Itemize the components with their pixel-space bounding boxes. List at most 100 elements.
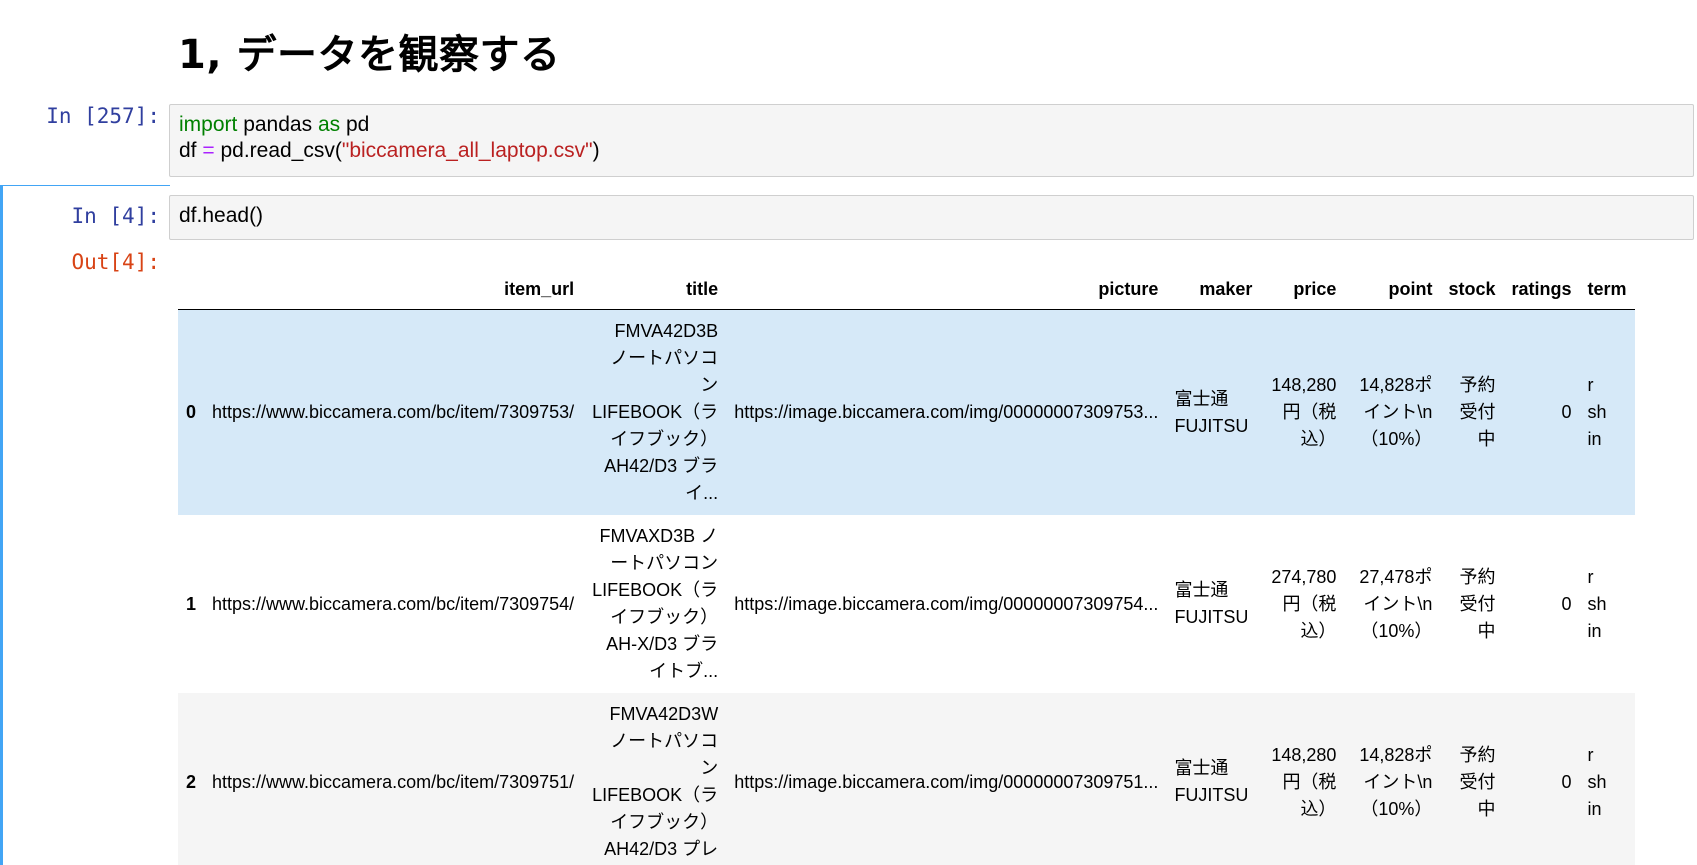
- cell-line: 込）: [1300, 429, 1337, 449]
- cell-line: イント\n: [1363, 593, 1433, 614]
- cell-line: 予約: [1459, 566, 1496, 587]
- cell-line: （10%）: [1360, 798, 1433, 819]
- column-header: title: [582, 272, 727, 310]
- cell-line: AH42/D3 プレ: [604, 839, 719, 859]
- cell-line: イント\n: [1363, 771, 1433, 792]
- ratings-cell: 0: [1503, 310, 1579, 516]
- cell-line: 27,478ポ: [1359, 566, 1433, 587]
- title-cell: FMVAXD3B ノートパソコン LIFEBOOK（ラ イフブック） AH-X/D3 …: [582, 515, 726, 693]
- keyword-token: import: [179, 113, 238, 136]
- cell-line: FUJITSU: [1174, 415, 1249, 436]
- maker-cell: 富士通 FUJITSU: [1166, 310, 1260, 516]
- column-header: picture: [726, 272, 1167, 310]
- column-header: item_url: [204, 272, 583, 310]
- cell-line: 予約: [1459, 375, 1496, 395]
- column-header: ratings: [1503, 272, 1580, 310]
- cell-line: 円（税: [1282, 402, 1337, 422]
- cell-selection-bar: [0, 186, 3, 865]
- item-url-text: https://www.biccamera.com/bc/item/730975…: [212, 593, 575, 614]
- table-row: 2 https://www.biccamera.com/bc/item/73097…: [178, 693, 1636, 865]
- picture-url-text: https://image.biccamera.com/img/00000007…: [734, 402, 1159, 422]
- maker-cell: 富士通 FUJITSU: [1166, 515, 1260, 693]
- cell-line: 中: [1477, 429, 1496, 449]
- output-prompt: Out[4]:: [71, 250, 160, 274]
- cell-line: ノートパソコ: [610, 348, 719, 368]
- cell-line: 富士通: [1174, 580, 1229, 600]
- ratings-cell: 0: [1503, 515, 1579, 693]
- point-cell: 14,828ポ イント\n （10%）: [1344, 693, 1440, 865]
- cell-line: sh: [1587, 771, 1607, 792]
- cell-line: 受付: [1459, 771, 1496, 792]
- item-url-cell: https://www.biccamera.com/bc/item/730975…: [204, 693, 582, 865]
- string-token: "biccamera_all_laptop.csv": [341, 139, 593, 162]
- cell-line: 受付: [1459, 593, 1496, 614]
- column-header: point: [1344, 272, 1441, 310]
- code-token: pd.read_csv(: [214, 139, 342, 162]
- row-index: 0: [178, 310, 204, 516]
- cell-line: 円（税: [1282, 593, 1337, 614]
- cell-line: 14,828ポ: [1359, 744, 1433, 765]
- cell-line: 148,280: [1271, 375, 1337, 395]
- cell-line: ン: [700, 758, 719, 778]
- cell-line: 富士通: [1174, 758, 1229, 778]
- cell-line: 中: [1477, 620, 1496, 641]
- cell-line: 込）: [1300, 798, 1337, 819]
- cell-line: イフブック）: [610, 429, 719, 449]
- cell-line: 富士通: [1174, 388, 1229, 409]
- cell-line: FMVAXD3B ノ: [599, 526, 719, 546]
- row-index: 2: [178, 693, 204, 865]
- cell-line: in: [1587, 798, 1602, 819]
- row-index-text: 1: [186, 593, 197, 614]
- title-cell: FMVA42D3W ノートパソコン LIFEBOOK（ラ イフブック） AH42/D3 …: [582, 693, 726, 865]
- cell-line: r: [1587, 744, 1594, 765]
- term-cell: r sh in: [1579, 515, 1635, 693]
- cell-line: 14,828ポ: [1359, 375, 1433, 395]
- dataframe-table: item_url title picture maker price point…: [178, 272, 1636, 865]
- cell-selection-line: [0, 185, 170, 186]
- cell-line: FUJITSU: [1174, 785, 1249, 805]
- stock-cell: 予約 受付中: [1440, 310, 1503, 516]
- cell-line: LIFEBOOK（ラ: [592, 580, 719, 600]
- column-header: maker: [1166, 272, 1261, 310]
- code-token: df: [179, 139, 203, 162]
- code-token: ): [592, 139, 600, 162]
- point-cell: 27,478ポ イント\n （10%）: [1344, 515, 1440, 693]
- cell-line: r: [1587, 375, 1594, 395]
- column-header: stock: [1440, 272, 1504, 310]
- table-row: 0 https://www.biccamera.com/bc/item/73097…: [178, 309, 1636, 516]
- cell-line: LIFEBOOK（ラ: [592, 785, 719, 805]
- column-header: [178, 272, 205, 310]
- picture-cell: https://image.biccamera.com/img/00000007…: [726, 310, 1166, 516]
- stock-cell: 予約受付中: [1440, 515, 1503, 693]
- cell-line: ノートパソコ: [610, 731, 719, 751]
- cell-line: r: [1587, 566, 1594, 587]
- price-cell: 148,280 円（税込）: [1260, 693, 1344, 865]
- code-token: pd: [340, 113, 370, 136]
- cell-line: イント\n: [1363, 402, 1433, 422]
- code-input-cell[interactable]: df.head(): [169, 195, 1694, 240]
- cell-line: in: [1587, 429, 1602, 449]
- picture-cell: https://image.biccamera.com/img/00000007…: [726, 515, 1166, 693]
- ratings-text: 0: [1561, 771, 1572, 792]
- cell-line: 274,780: [1271, 566, 1337, 587]
- item-url-text: https://www.biccamera.com/bc/item/730975…: [212, 771, 575, 792]
- cell-line: FUJITSU: [1174, 607, 1249, 627]
- column-header: term: [1579, 272, 1636, 310]
- input-prompt: In [4]:: [71, 204, 160, 228]
- cell-line: 込）: [1300, 620, 1337, 641]
- point-cell: 14,828ポ イント\n （10%）: [1344, 310, 1440, 516]
- title-cell: FMVA42D3B ノートパソコン LIFEBOOK（ラ イフブック） AH42/D3 …: [582, 310, 726, 516]
- cell-line: AH42/D3 ブラ: [604, 456, 719, 476]
- picture-url-text: https://image.biccamera.com/img/00000007…: [734, 771, 1159, 792]
- cell-line: sh: [1587, 402, 1607, 422]
- cell-line: 148,280: [1271, 744, 1337, 765]
- term-cell: r sh in: [1579, 310, 1635, 516]
- cell-line: 中: [1477, 798, 1496, 819]
- item-url-cell: https://www.biccamera.com/bc/item/730975…: [204, 515, 582, 693]
- cell-line: LIFEBOOK（ラ: [592, 402, 719, 422]
- cell-line: イトブ...: [649, 661, 719, 681]
- cell-line: 円（税: [1282, 771, 1337, 792]
- price-cell: 274,780 円（税込）: [1260, 515, 1344, 693]
- row-index-text: 0: [186, 402, 197, 422]
- code-input-cell[interactable]: import pandas as pd df = pd.read_csv("bi…: [169, 104, 1694, 177]
